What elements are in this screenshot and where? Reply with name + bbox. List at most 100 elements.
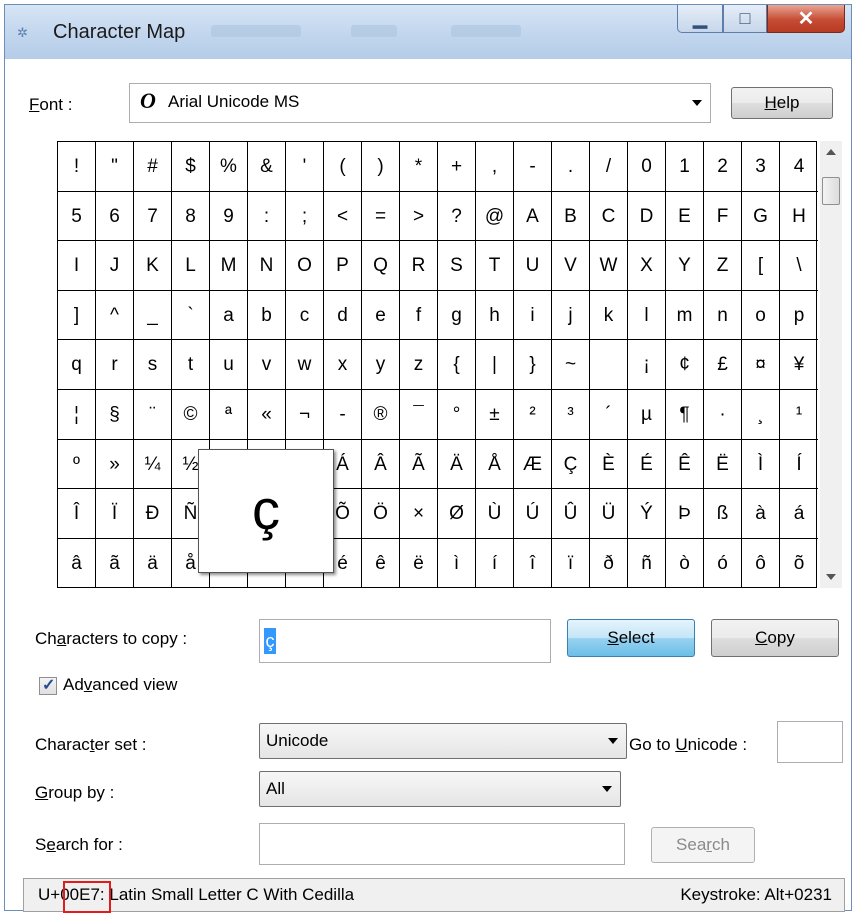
character-cell[interactable]: Z	[704, 241, 742, 291]
character-cell[interactable]: 0	[628, 142, 666, 192]
character-cell[interactable]: Î	[58, 489, 96, 539]
character-cell[interactable]: 2	[704, 142, 742, 192]
character-cell[interactable]: ë	[400, 538, 438, 589]
character-cell[interactable]: p	[780, 291, 818, 341]
character-cell[interactable]: ,	[476, 142, 514, 192]
character-cell[interactable]: õ	[780, 539, 818, 589]
character-cell[interactable]: J	[96, 241, 134, 291]
character-cell[interactable]: Ã	[400, 439, 438, 490]
character-cell[interactable]: 7	[134, 191, 172, 242]
character-cell[interactable]	[590, 340, 628, 390]
character-cell[interactable]: 6	[96, 191, 134, 242]
character-cell[interactable]: (	[324, 142, 362, 192]
character-cell[interactable]: ¼	[134, 439, 172, 490]
character-cell[interactable]: t	[172, 340, 210, 390]
character-cell[interactable]: ×	[400, 489, 438, 539]
advanced-view-checkbox[interactable]: ✓	[39, 677, 57, 695]
character-cell[interactable]: W	[590, 241, 628, 291]
character-cell[interactable]: P	[324, 241, 362, 291]
character-cell[interactable]: Û	[552, 489, 590, 539]
character-cell[interactable]: ¬	[286, 389, 324, 440]
character-cell[interactable]: ì	[438, 538, 476, 589]
search-input[interactable]	[259, 823, 625, 865]
character-cell[interactable]: A	[514, 191, 552, 242]
character-cell[interactable]: Ê	[666, 439, 704, 490]
character-cell[interactable]: à	[742, 489, 780, 539]
character-cell[interactable]: F	[704, 191, 742, 242]
character-cell[interactable]: ¢	[666, 340, 704, 390]
character-cell[interactable]: Ö	[362, 489, 400, 539]
character-cell[interactable]: -	[514, 142, 552, 192]
character-cell[interactable]: ¯	[400, 389, 438, 440]
character-cell[interactable]: ò	[666, 538, 704, 589]
character-cell[interactable]: U	[514, 241, 552, 291]
character-set-dropdown[interactable]: Unicode	[259, 723, 627, 759]
character-cell[interactable]: ª	[210, 389, 248, 440]
grid-scrollbar[interactable]	[820, 141, 842, 588]
character-cell[interactable]: ¤	[742, 340, 780, 390]
scroll-up-icon[interactable]	[826, 149, 836, 155]
character-cell[interactable]: }	[514, 340, 552, 390]
scroll-down-icon[interactable]	[826, 574, 836, 580]
character-cell[interactable]: x	[324, 340, 362, 390]
character-cell[interactable]: f	[400, 290, 438, 341]
character-cell[interactable]: D	[628, 191, 666, 242]
character-cell[interactable]: Æ	[514, 439, 552, 490]
character-cell[interactable]: e	[362, 290, 400, 341]
character-cell[interactable]: [	[742, 241, 780, 291]
character-cell[interactable]: b	[248, 290, 286, 341]
character-cell[interactable]: §	[96, 389, 134, 440]
character-cell[interactable]: ©	[172, 389, 210, 440]
character-cell[interactable]: ð	[590, 538, 628, 589]
character-cell[interactable]: `	[172, 290, 210, 341]
character-cell[interactable]: 9	[210, 191, 248, 242]
character-cell[interactable]: &	[248, 142, 286, 192]
character-cell[interactable]: 8	[172, 191, 210, 242]
search-button[interactable]: Search	[651, 827, 755, 863]
character-cell[interactable]: ß	[704, 489, 742, 539]
character-cell[interactable]: S	[438, 241, 476, 291]
character-cell[interactable]: g	[438, 290, 476, 341]
character-cell[interactable]: ®	[362, 389, 400, 440]
character-cell[interactable]: z	[400, 340, 438, 390]
character-cell[interactable]: í	[476, 538, 514, 589]
character-cell[interactable]: ?	[438, 191, 476, 242]
character-cell[interactable]: $	[172, 142, 210, 192]
character-cell[interactable]: È	[590, 439, 628, 490]
character-cell[interactable]: l	[628, 290, 666, 341]
character-cell[interactable]: n	[704, 290, 742, 341]
character-cell[interactable]: *	[400, 142, 438, 192]
character-cell[interactable]: ;	[286, 191, 324, 242]
character-cell[interactable]: R	[400, 241, 438, 291]
character-cell[interactable]: ³	[552, 389, 590, 440]
character-cell[interactable]: Ë	[704, 439, 742, 490]
character-cell[interactable]: E	[666, 191, 704, 242]
character-cell[interactable]: Â	[362, 439, 400, 490]
character-cell[interactable]: Ü	[590, 489, 628, 539]
character-cell[interactable]: Ý	[628, 489, 666, 539]
character-cell[interactable]: v	[248, 340, 286, 390]
characters-to-copy-input[interactable]: ç	[259, 619, 551, 663]
character-cell[interactable]: â	[58, 538, 96, 589]
character-cell[interactable]: q	[58, 340, 96, 390]
character-cell[interactable]: Ø	[438, 489, 476, 539]
character-cell[interactable]: ¶	[666, 389, 704, 440]
character-cell[interactable]: î	[514, 538, 552, 589]
character-cell[interactable]: j	[552, 290, 590, 341]
scrollbar-thumb[interactable]	[822, 177, 840, 205]
character-cell[interactable]: »	[96, 439, 134, 490]
character-cell[interactable]: /	[590, 142, 628, 192]
character-cell[interactable]: w	[286, 340, 324, 390]
character-cell[interactable]: T	[476, 241, 514, 291]
character-cell[interactable]: -	[324, 389, 362, 440]
group-by-dropdown[interactable]: All	[259, 771, 621, 807]
character-cell[interactable]: _	[134, 290, 172, 341]
character-cell[interactable]: ¹	[780, 390, 818, 440]
character-cell[interactable]: Ú	[514, 489, 552, 539]
character-cell[interactable]: ²	[514, 389, 552, 440]
character-cell[interactable]: ñ	[628, 538, 666, 589]
character-cell[interactable]: 4	[780, 142, 818, 192]
character-cell[interactable]: Ð	[134, 489, 172, 539]
character-cell[interactable]: ´	[590, 389, 628, 440]
character-cell[interactable]: "	[96, 142, 134, 192]
